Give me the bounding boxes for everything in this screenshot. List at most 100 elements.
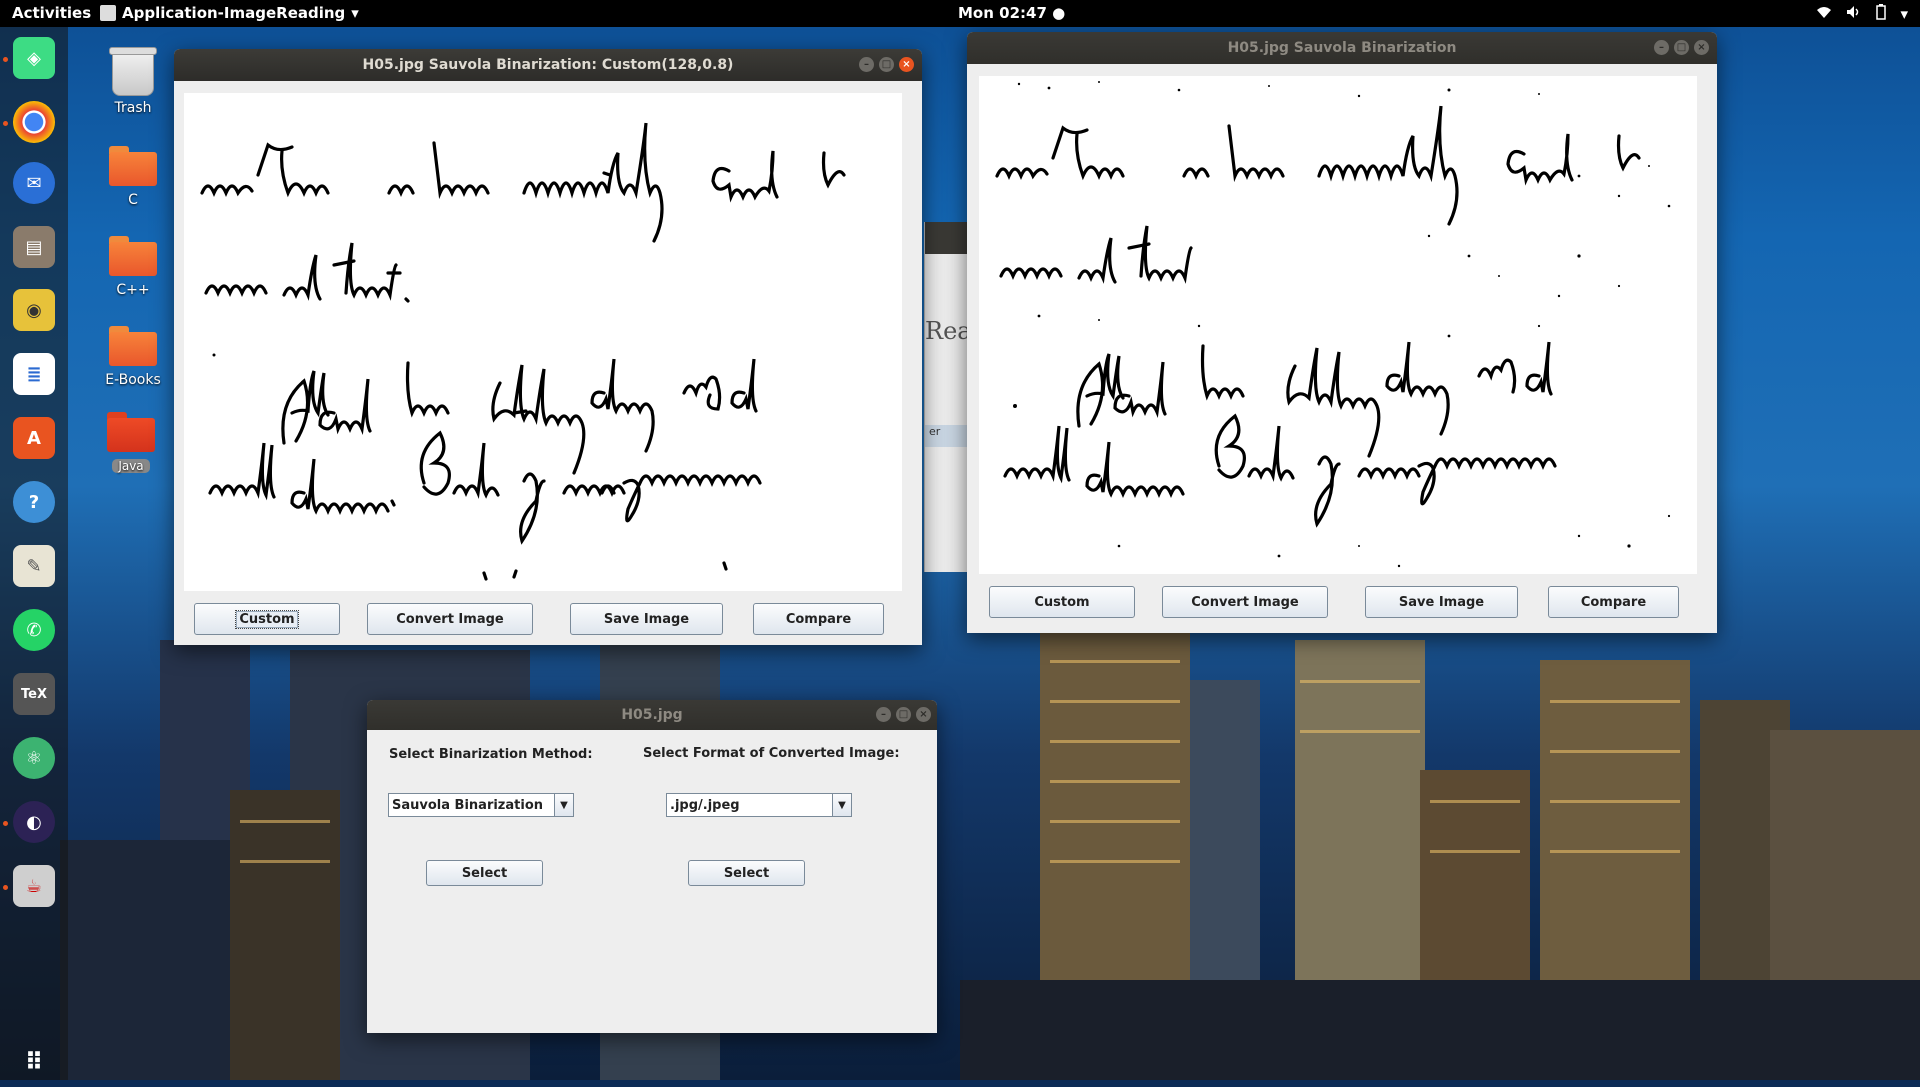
custom-button[interactable]: Custom xyxy=(989,586,1135,618)
select-button-label: Select xyxy=(461,865,508,881)
desktop-icon-c[interactable]: C xyxy=(88,146,178,208)
system-tray[interactable]: ▾ xyxy=(1816,4,1908,24)
running-indicator xyxy=(3,885,8,890)
window-controls: – □ × xyxy=(1654,40,1709,55)
desktop-icon-label: Java xyxy=(112,459,150,473)
convert-image-button[interactable]: Convert Image xyxy=(367,603,533,635)
desktop-icon-cpp[interactable]: C++ xyxy=(88,236,178,298)
compare-button[interactable]: Compare xyxy=(753,603,884,635)
convert-image-button[interactable]: Convert Image xyxy=(1162,586,1328,618)
folder-icon xyxy=(109,326,157,366)
running-indicator xyxy=(3,121,8,126)
desktop-icon-java[interactable]: Java xyxy=(86,412,176,474)
eclipse-icon: ◐ xyxy=(13,801,55,843)
trash-icon xyxy=(109,47,157,96)
clock[interactable]: Mon 02:47 ● xyxy=(958,4,1065,22)
dock-item-eclipse[interactable]: ◐ xyxy=(9,797,59,847)
dock-item-atom[interactable]: ⚛ xyxy=(9,733,59,783)
desktop-icon-trash[interactable]: Trash xyxy=(88,47,178,116)
window-titlebar[interactable]: H05.jpg Sauvola Binarization: Custom(128… xyxy=(174,49,922,81)
volume-icon xyxy=(1846,5,1862,23)
app-menu-label: Application-ImageReading xyxy=(122,4,346,22)
window-title: H05.jpg Sauvola Binarization: Custom(128… xyxy=(362,57,734,73)
dock-item-thunderbird[interactable]: ✉ xyxy=(9,158,59,208)
battery-icon xyxy=(1876,4,1887,24)
window-titlebar[interactable]: H05.jpg – □ × xyxy=(367,700,937,730)
dock-item-software[interactable]: A xyxy=(9,413,59,463)
maximize-icon[interactable]: □ xyxy=(896,707,911,722)
show-apps-icon: ⠿ xyxy=(24,1048,44,1076)
binarized-image-default xyxy=(979,76,1697,574)
format-label: Select Format of Converted Image: xyxy=(643,746,900,761)
folder-icon xyxy=(107,412,155,452)
top-bar: Activities Application-ImageReading ▾ Mo… xyxy=(0,0,1920,27)
window-titlebar[interactable]: H05.jpg Sauvola Binarization – □ × xyxy=(967,32,1717,64)
save-image-button-label: Save Image xyxy=(603,611,690,627)
minimize-icon[interactable]: – xyxy=(1654,40,1669,55)
save-image-button-label: Save Image xyxy=(1398,594,1485,610)
select-method-button[interactable]: Select xyxy=(426,860,543,886)
chevron-down-icon[interactable]: ▼ xyxy=(554,794,573,816)
dock-item-rhythmbox[interactable]: ◉ xyxy=(9,285,59,335)
select-button-label: Select xyxy=(723,865,770,881)
desktop-icon-label: C++ xyxy=(116,282,150,298)
dock-item-help[interactable]: ? xyxy=(9,477,59,527)
dock-item-writer[interactable]: ≣ xyxy=(9,349,59,399)
binarization-method-select[interactable]: Sauvola Binarization ▼ xyxy=(388,793,574,817)
background-window[interactable]: Rea er xyxy=(924,222,972,572)
chevron-down-icon: ▾ xyxy=(1900,5,1908,23)
minimize-icon[interactable]: – xyxy=(876,707,891,722)
maximize-icon[interactable]: □ xyxy=(1674,40,1689,55)
software-center-icon: A xyxy=(13,417,55,459)
folder-icon xyxy=(109,236,157,276)
binarized-image-custom xyxy=(184,93,902,591)
save-image-button[interactable]: Save Image xyxy=(1365,586,1518,618)
desktop-icon-ebooks[interactable]: E-Books xyxy=(88,326,178,388)
dock-item-java-app[interactable]: ☕ xyxy=(9,861,59,911)
background-window-text: Rea xyxy=(925,317,972,345)
minimize-icon[interactable]: – xyxy=(859,57,874,72)
thunderbird-icon: ✉ xyxy=(13,162,55,204)
maximize-icon[interactable]: □ xyxy=(879,57,894,72)
format-value: .jpg/.jpeg xyxy=(670,797,740,813)
dock-item-files[interactable]: ▤ xyxy=(9,222,59,272)
running-indicator xyxy=(3,57,8,62)
close-icon[interactable]: × xyxy=(916,707,931,722)
dock-item-whatsapp[interactable]: ✆ xyxy=(9,605,59,655)
chevron-down-icon: ▾ xyxy=(351,4,359,22)
background-window-button[interactable]: er xyxy=(925,425,971,447)
compare-button-label: Compare xyxy=(785,611,852,627)
save-image-button[interactable]: Save Image xyxy=(570,603,723,635)
dock-item-chrome[interactable] xyxy=(9,97,59,147)
window-method-selector: H05.jpg – □ × Select Binarization Method… xyxy=(367,700,937,1033)
text-editor-icon: ✎ xyxy=(13,545,55,587)
dock-item-texmaker[interactable]: TeX xyxy=(9,669,59,719)
desktop-icon-label: E-Books xyxy=(105,372,161,388)
compare-button[interactable]: Compare xyxy=(1548,586,1679,618)
select-format-button[interactable]: Select xyxy=(688,860,805,886)
libreoffice-writer-icon: ≣ xyxy=(13,353,55,395)
whatsapp-icon: ✆ xyxy=(13,609,55,651)
help-icon: ? xyxy=(13,481,55,523)
chevron-down-icon[interactable]: ▼ xyxy=(832,794,851,816)
convert-image-button-label: Convert Image xyxy=(1191,594,1299,610)
wifi-icon xyxy=(1816,5,1832,23)
format-select[interactable]: .jpg/.jpeg ▼ xyxy=(666,793,852,817)
custom-button-label: Custom xyxy=(235,609,299,629)
app-menu[interactable]: Application-ImageReading ▾ xyxy=(100,4,359,22)
activities-button[interactable]: Activities xyxy=(12,4,91,22)
custom-button-label: Custom xyxy=(1034,594,1090,610)
compare-button-label: Compare xyxy=(1580,594,1647,610)
rhythmbox-icon: ◉ xyxy=(13,289,55,331)
binarization-method-label: Select Binarization Method: xyxy=(389,747,593,762)
custom-button[interactable]: Custom xyxy=(194,603,340,635)
android-studio-icon: ◈ xyxy=(13,37,55,79)
window-controls: – □ × xyxy=(876,707,931,722)
atom-icon: ⚛ xyxy=(13,737,55,779)
dock-item-android-studio[interactable]: ◈ xyxy=(9,33,59,83)
dock-item-text-editor[interactable]: ✎ xyxy=(9,541,59,591)
close-icon[interactable]: × xyxy=(1694,40,1709,55)
handwriting-scan-image xyxy=(200,122,846,581)
handwriting-scan-image xyxy=(995,81,1671,568)
close-icon[interactable]: × xyxy=(899,57,914,72)
